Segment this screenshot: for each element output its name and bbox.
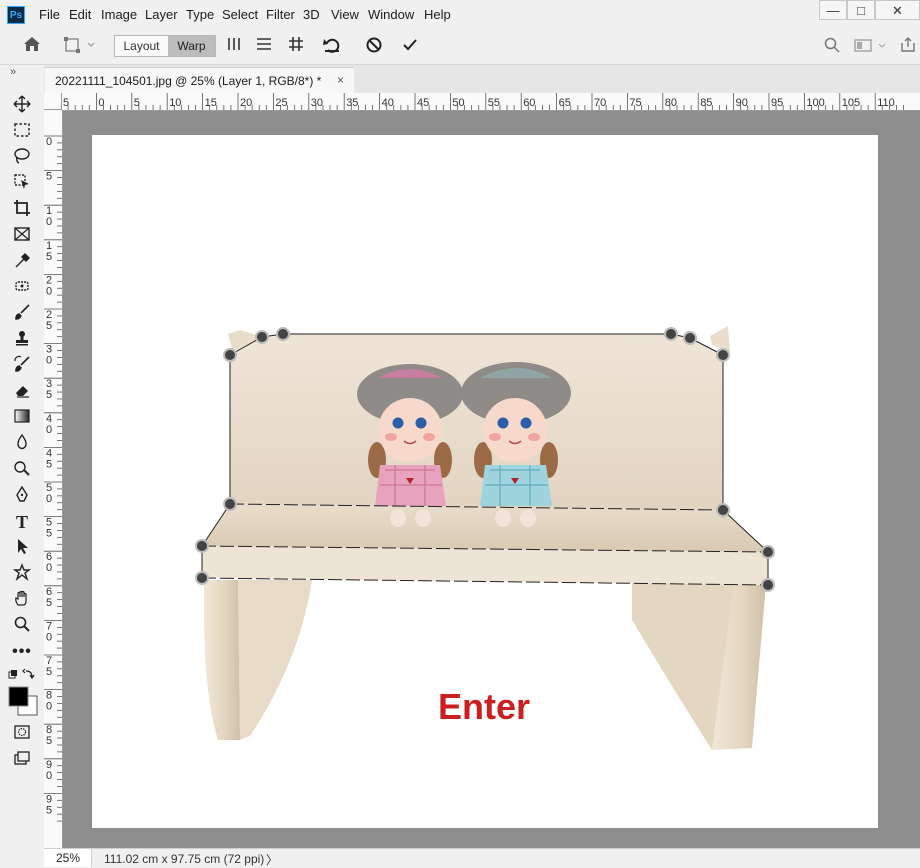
status-menu-arrow-icon[interactable]: 〉 [266, 851, 278, 868]
warp-image-layer[interactable] [0, 0, 920, 866]
document-info: 111.02 cm x 97.75 cm (72 ppi) [104, 852, 265, 866]
bench-backrest [230, 334, 723, 510]
zoom-level-field[interactable]: 25% [44, 849, 92, 867]
bench-seat [202, 504, 768, 552]
enter-annotation: Enter [438, 686, 531, 727]
bench-right-leg [632, 583, 766, 750]
status-bar: 25% 111.02 cm x 97.75 cm (72 ppi) 〉 [44, 848, 920, 867]
bench-left-leg [204, 580, 312, 740]
